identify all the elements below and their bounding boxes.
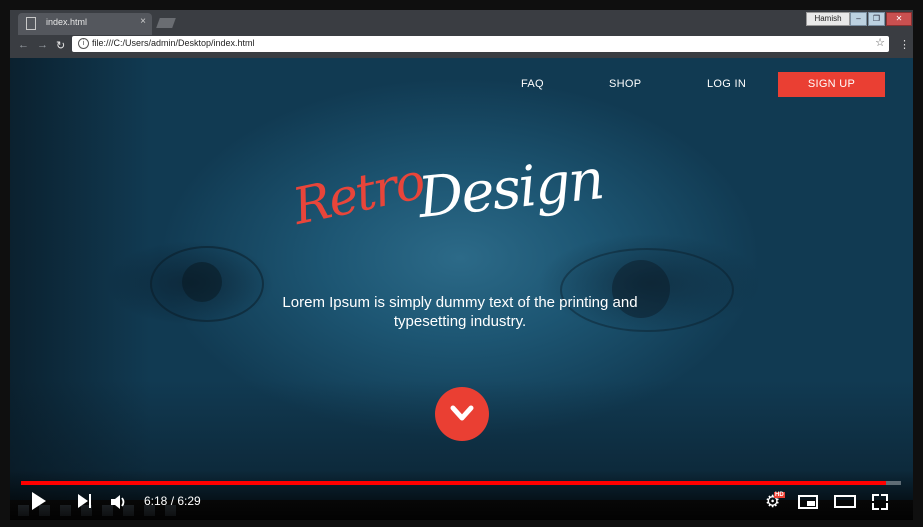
navigation-buttons: ← → ↻	[18, 39, 65, 52]
browser-menu-icon[interactable]: ⋮	[899, 38, 910, 51]
url-text[interactable]: file:///C:/Users/admin/Desktop/index.htm…	[92, 38, 255, 48]
hero-tagline: Lorem Ipsum is simply dummy text of the …	[282, 294, 638, 330]
hero-section: FAQ SHOP LOG IN SIGN UP Retro Design Lor…	[10, 58, 913, 500]
logo-retro: Retro	[287, 151, 429, 236]
nav-shop-link[interactable]: SHOP	[609, 78, 641, 90]
progress-fill	[21, 481, 887, 485]
fullscreen-button[interactable]	[872, 494, 888, 510]
play-button[interactable]	[32, 492, 46, 510]
signup-button[interactable]: SIGN UP	[778, 72, 885, 97]
tab-close-icon[interactable]: ×	[140, 16, 146, 27]
minimize-button[interactable]: –	[850, 12, 867, 26]
site-nav: FAQ SHOP LOG IN SIGN UP	[10, 72, 913, 98]
profile-name[interactable]: Hamish	[806, 12, 850, 26]
nav-login-link[interactable]: LOG IN	[707, 78, 746, 90]
miniplayer-button[interactable]	[798, 495, 818, 509]
speaker-icon	[111, 495, 125, 509]
address-bar[interactable]: i file:///C:/Users/admin/Desktop/index.h…	[72, 36, 889, 52]
forward-arrow-icon[interactable]: →	[37, 39, 48, 52]
info-icon[interactable]: i	[78, 38, 89, 49]
reload-icon[interactable]: ↻	[56, 39, 65, 52]
restore-button[interactable]: ❐	[868, 12, 885, 26]
hd-badge: HD	[774, 492, 785, 498]
window-controls: – ❐ ✕	[850, 12, 912, 26]
browser-tab[interactable]: index.html ×	[18, 13, 152, 35]
chevron-down-icon	[450, 405, 474, 421]
browser-chrome: index.html × Hamish – ❐ ✕ ← → ↻ i file:/…	[10, 10, 913, 58]
progress-bar[interactable]	[21, 481, 901, 485]
theater-mode-button[interactable]	[834, 495, 856, 508]
new-tab-button[interactable]	[156, 18, 176, 28]
video-player-controls: 6:18 / 6:29 ⚙ HD	[10, 470, 913, 520]
site-logo: Retro Design	[288, 147, 620, 270]
time-display: 6:18 / 6:29	[144, 494, 201, 508]
document-icon	[26, 17, 36, 30]
logo-design: Design	[415, 147, 606, 231]
volume-button[interactable]	[110, 494, 128, 515]
scroll-down-button[interactable]	[435, 387, 489, 441]
tab-title: index.html	[46, 17, 88, 27]
background-eye-left	[150, 246, 264, 322]
bookmark-star-icon[interactable]: ☆	[875, 36, 885, 49]
back-arrow-icon[interactable]: ←	[18, 39, 29, 52]
nav-faq-link[interactable]: FAQ	[521, 78, 544, 90]
close-window-button[interactable]: ✕	[886, 12, 912, 26]
